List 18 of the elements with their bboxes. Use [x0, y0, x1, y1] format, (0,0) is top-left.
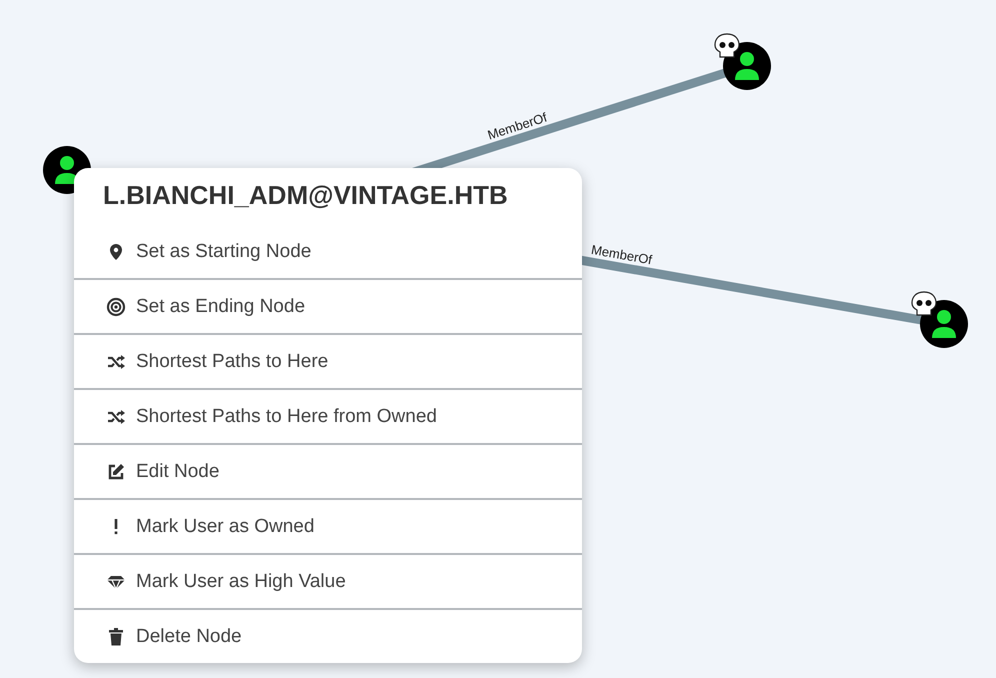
skull-icon	[910, 290, 938, 318]
menu-item[interactable]: Set as Starting Node	[74, 225, 582, 278]
menu-title: L.BIANCHI_ADM@VINTAGE.HTB	[102, 179, 509, 212]
menu-item[interactable]: Shortest Paths to Here from Owned	[74, 388, 582, 443]
skull-icon	[713, 32, 741, 60]
owned-user-node[interactable]	[910, 290, 968, 348]
edit-icon	[106, 462, 126, 482]
owned-user-node[interactable]	[713, 32, 771, 90]
exclamation-icon	[114, 518, 118, 534]
menu-item[interactable]: Edit Node	[74, 443, 582, 498]
menu-item[interactable]: Mark User as Owned	[74, 498, 582, 553]
menu-item[interactable]: Delete Node	[74, 608, 582, 663]
menu-item[interactable]: Set as Ending Node	[74, 278, 582, 333]
target-icon	[106, 296, 126, 316]
menu-item[interactable]: Shortest Paths to Here	[74, 333, 582, 388]
trash-icon	[106, 626, 126, 646]
menu-item[interactable]: Mark User as High Value	[74, 553, 582, 608]
edge-label: MemberOf	[590, 242, 654, 268]
